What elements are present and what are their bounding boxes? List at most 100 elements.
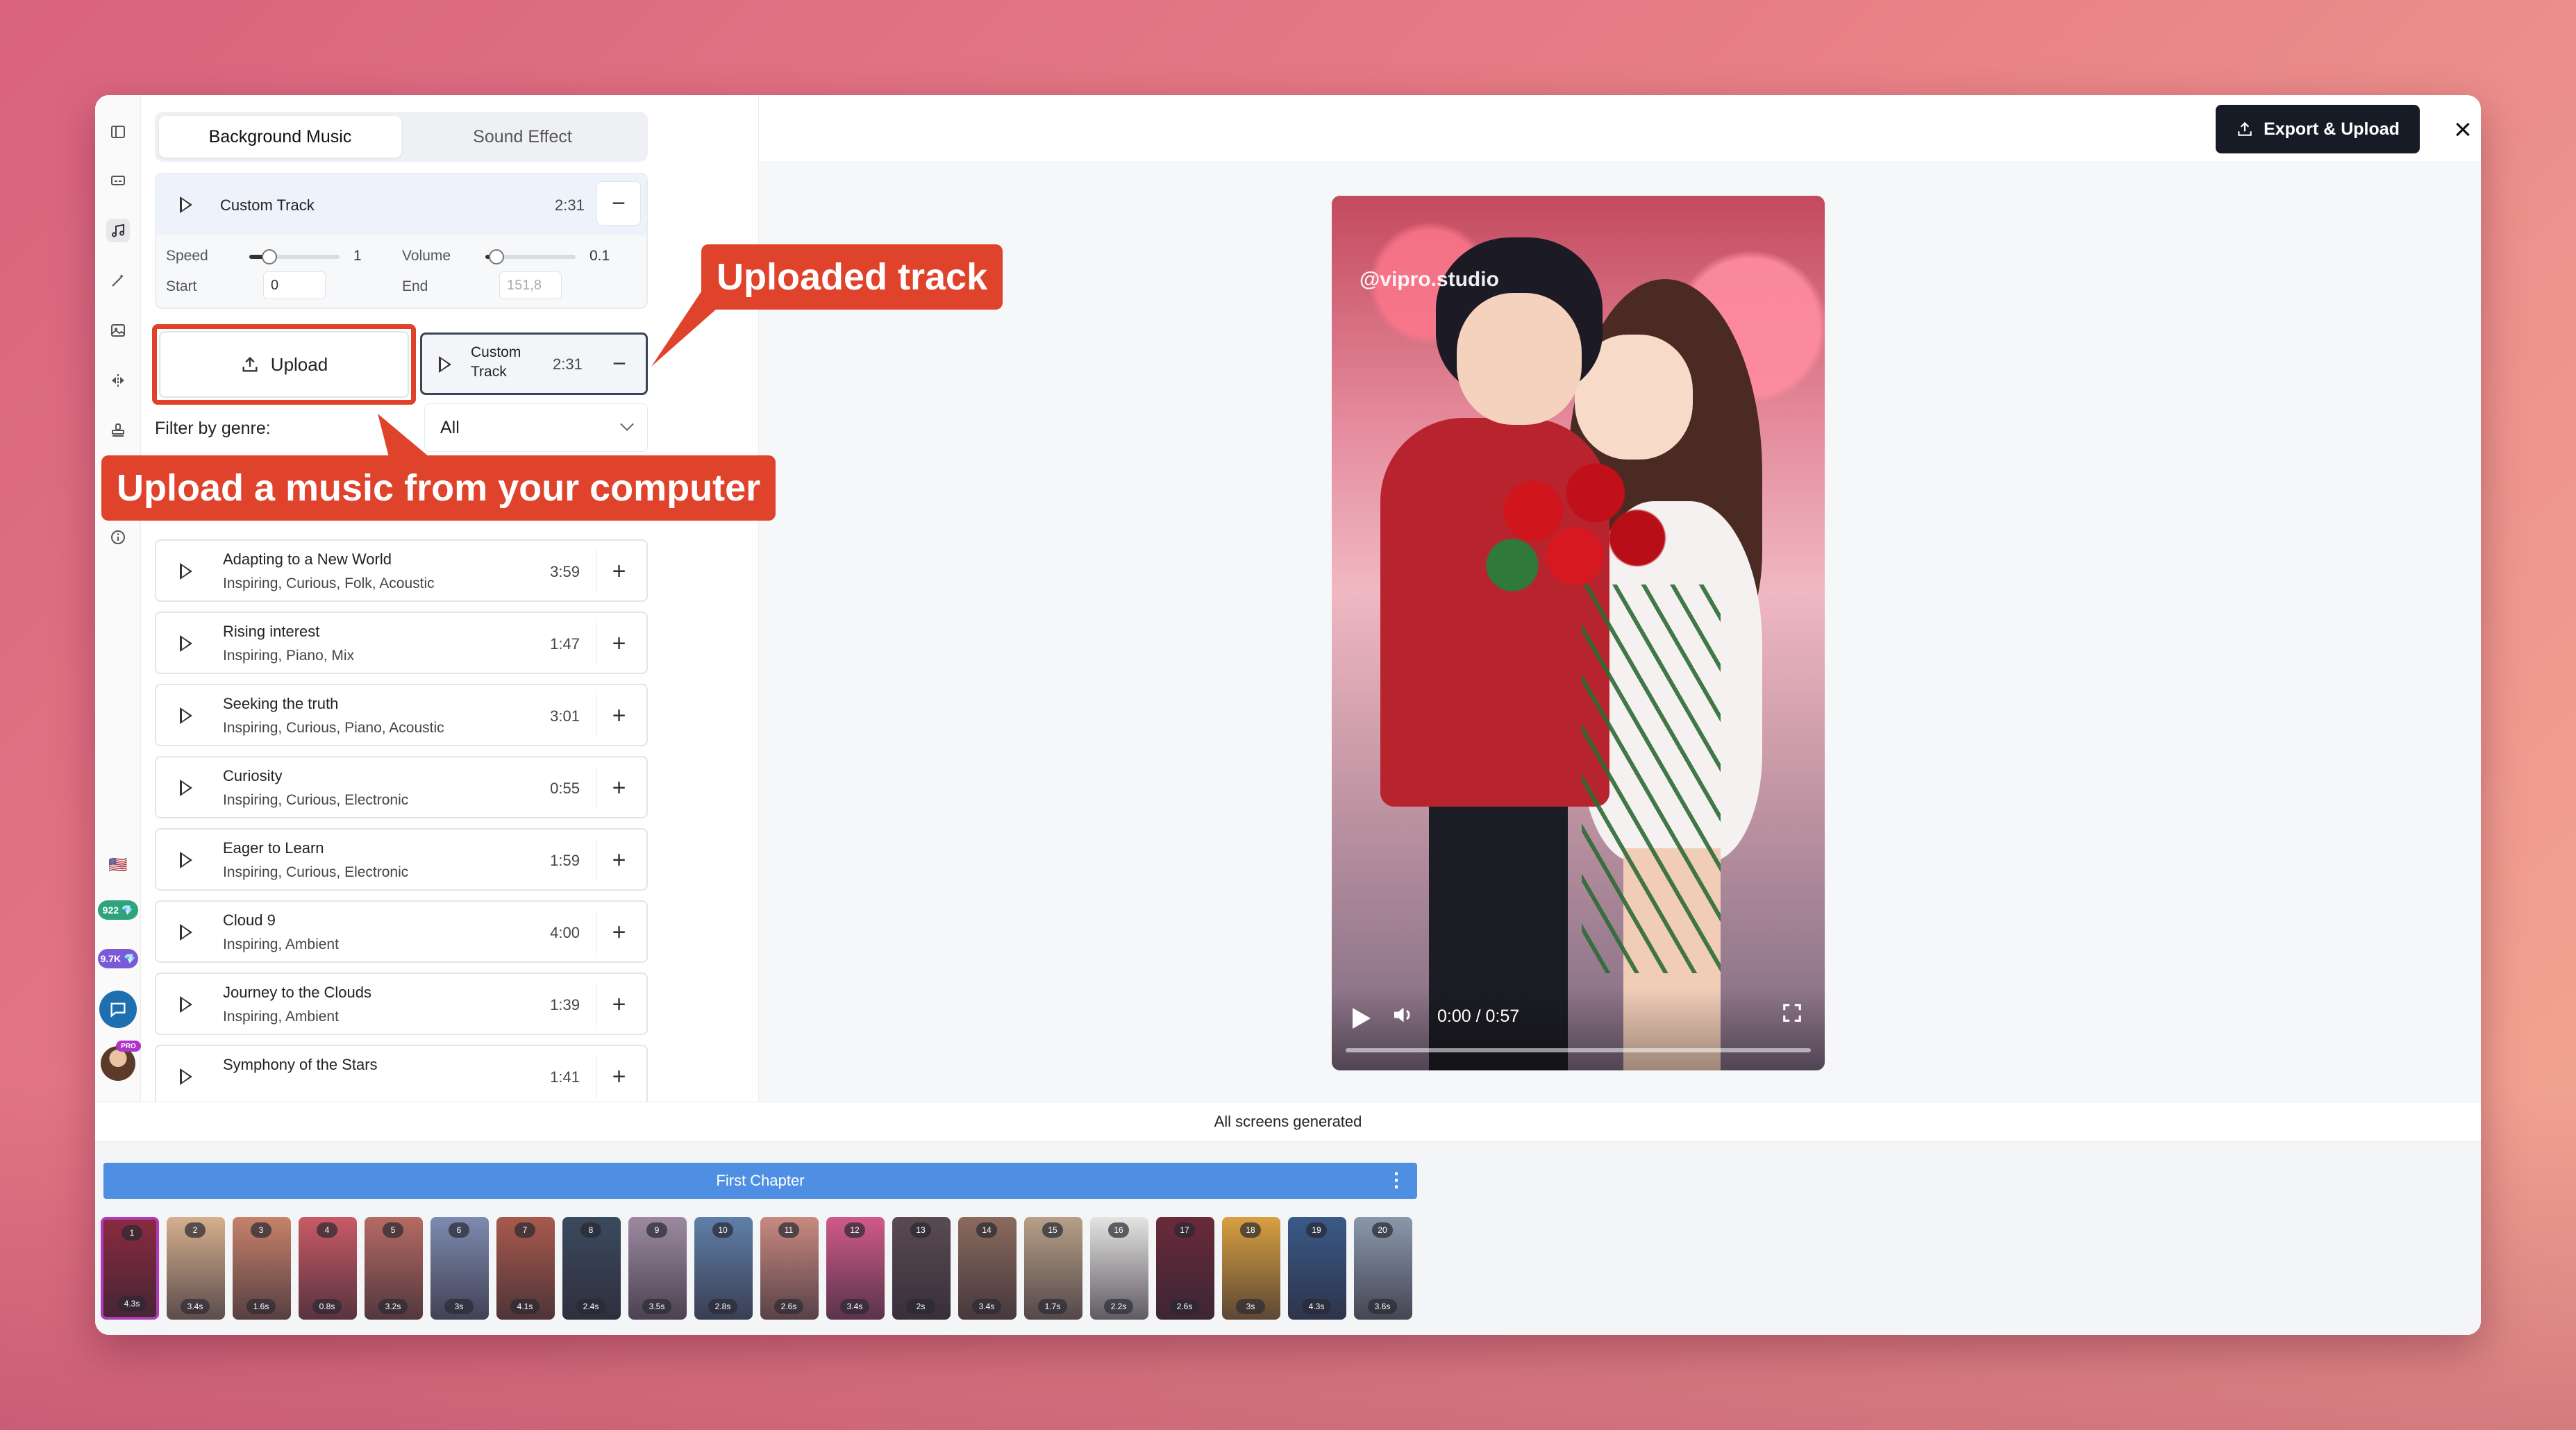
chapter-bar[interactable]: First Chapter ⋮ — [103, 1163, 1417, 1199]
close-icon[interactable]: × — [2442, 109, 2481, 151]
play-icon[interactable] — [180, 780, 192, 796]
scene-thumbnail[interactable]: 3 1.6s — [233, 1217, 291, 1320]
scene-thumbnail[interactable]: 9 3.5s — [628, 1217, 687, 1320]
track-row[interactable]: Cloud 9 Inspiring, Ambient 4:00 + — [155, 900, 648, 963]
remove-uploaded-track-button[interactable]: − — [599, 342, 640, 386]
speed-slider-knob[interactable] — [262, 249, 277, 264]
video-watermark: @vipro.studio — [1360, 268, 1499, 291]
credits-badge[interactable]: 922 💎 — [98, 900, 138, 920]
track-tags: Inspiring, Piano, Mix — [223, 648, 355, 664]
scene-number: 7 — [515, 1222, 535, 1238]
play-icon[interactable] — [180, 563, 192, 580]
music-tabs: Background Music Sound Effect — [155, 112, 648, 162]
flip-icon[interactable] — [106, 369, 130, 392]
video-progress-bar[interactable] — [1346, 1048, 1811, 1052]
scene-number: 11 — [778, 1222, 799, 1238]
play-icon[interactable] — [180, 1068, 192, 1085]
image-icon[interactable] — [106, 319, 130, 342]
add-track-button[interactable]: + — [596, 693, 641, 738]
kebab-menu-icon[interactable]: ⋮ — [1387, 1168, 1406, 1191]
track-row[interactable]: Journey to the Clouds Inspiring, Ambient 1… — [155, 973, 648, 1035]
end-input[interactable]: 151,8 — [499, 271, 562, 299]
play-icon[interactable] — [180, 996, 192, 1013]
scene-thumbnail[interactable]: 15 1.7s — [1024, 1217, 1082, 1320]
speed-label: Speed — [166, 248, 208, 264]
scene-duration: 3.4s — [840, 1299, 869, 1314]
add-track-button[interactable]: + — [596, 621, 641, 666]
info-icon[interactable] — [106, 525, 130, 549]
volume-slider-knob[interactable] — [489, 249, 504, 264]
scene-thumbnail[interactable]: 19 4.3s — [1288, 1217, 1346, 1320]
video-time: 0:00 / 0:57 — [1437, 1007, 1520, 1026]
chat-icon[interactable] — [99, 991, 137, 1028]
magic-wand-icon[interactable] — [106, 269, 130, 292]
scene-thumbnail[interactable]: 12 3.4s — [826, 1217, 885, 1320]
genre-filter-value: All — [440, 417, 460, 437]
scene-thumbnail[interactable]: 7 4.1s — [496, 1217, 555, 1320]
scene-thumbnail[interactable]: 5 3.2s — [365, 1217, 423, 1320]
play-icon[interactable] — [180, 852, 192, 868]
scene-duration: 3s — [444, 1299, 474, 1314]
track-row[interactable]: Symphony of the Stars 1:41 + — [155, 1045, 648, 1102]
tab-sound-effect[interactable]: Sound Effect — [401, 116, 644, 158]
export-upload-button[interactable]: Export & Upload — [2216, 105, 2420, 153]
scene-thumbnail[interactable]: 14 3.4s — [958, 1217, 1017, 1320]
scene-number: 5 — [383, 1222, 403, 1238]
track-row[interactable]: Eager to Learn Inspiring, Curious, Electr… — [155, 828, 648, 891]
scene-thumbnail[interactable]: 8 2.4s — [562, 1217, 621, 1320]
volume-icon[interactable] — [1390, 1002, 1415, 1034]
scene-duration: 3.5s — [642, 1299, 671, 1314]
volume-slider[interactable] — [485, 249, 576, 264]
scene-thumbnail[interactable]: 11 2.6s — [760, 1217, 819, 1320]
scene-thumbnail[interactable]: 6 3s — [430, 1217, 489, 1320]
add-track-button[interactable]: + — [596, 1054, 641, 1099]
track-name: Rising interest — [223, 623, 320, 640]
scene-number: 18 — [1240, 1222, 1261, 1238]
scene-thumbnail[interactable]: 10 2.8s — [694, 1217, 753, 1320]
sidebar-toggle-icon[interactable] — [106, 120, 130, 144]
add-track-button[interactable]: + — [596, 766, 641, 810]
scene-thumbnail[interactable]: 1 4.3s — [101, 1217, 159, 1320]
tab-background-music[interactable]: Background Music — [159, 116, 401, 158]
language-flag-icon[interactable]: 🇺🇸 — [106, 853, 130, 877]
uploaded-track-card[interactable]: Custom Track 2:31 − — [420, 333, 648, 395]
scene-thumbnail[interactable]: 4 0.8s — [299, 1217, 357, 1320]
speed-slider[interactable] — [249, 249, 340, 264]
track-duration: 1:59 — [550, 852, 580, 869]
add-track-button[interactable]: + — [596, 982, 641, 1027]
genre-filter-select[interactable]: All — [424, 403, 648, 452]
scene-thumbnail[interactable]: 17 2.6s — [1156, 1217, 1214, 1320]
upload-highlight — [152, 324, 416, 405]
track-row[interactable]: Rising interest Inspiring, Piano, Mix 1:47… — [155, 612, 648, 674]
scene-number: 20 — [1372, 1222, 1393, 1238]
music-icon[interactable] — [106, 219, 130, 242]
fullscreen-icon[interactable] — [1782, 1002, 1803, 1029]
track-row[interactable]: Adapting to a New World Inspiring, Curiou… — [155, 539, 648, 602]
remove-track-button[interactable]: − — [596, 181, 641, 226]
scene-thumbnail[interactable]: 16 2.2s — [1090, 1217, 1148, 1320]
add-track-button[interactable]: + — [596, 910, 641, 954]
stamp-icon[interactable] — [106, 419, 130, 442]
track-row[interactable]: Curiosity Inspiring, Curious, Electronic 0… — [155, 756, 648, 818]
add-track-button[interactable]: + — [596, 838, 641, 882]
scene-thumbnail[interactable]: 18 3s — [1222, 1217, 1280, 1320]
play-icon[interactable] — [180, 707, 192, 724]
play-icon[interactable] — [180, 196, 192, 213]
gems-badge[interactable]: 9.7K 💎 — [98, 949, 138, 968]
start-input[interactable]: 0 — [263, 271, 326, 299]
play-icon[interactable] — [439, 356, 451, 373]
caption-icon[interactable] — [106, 169, 130, 192]
scene-duration: 2.6s — [774, 1299, 803, 1314]
play-icon[interactable] — [180, 924, 192, 941]
custom-track-card: Custom Track 2:31 − Speed 1 Volume 0.1 S… — [155, 173, 648, 309]
track-name: Adapting to a New World — [223, 550, 392, 568]
video-preview[interactable]: @vipro.studio 0:00 / 0:57 — [1332, 196, 1825, 1070]
scene-thumbnail[interactable]: 13 2s — [892, 1217, 951, 1320]
track-duration: 1:47 — [550, 635, 580, 653]
play-icon[interactable] — [180, 635, 192, 652]
scene-thumbnail[interactable]: 20 3.6s — [1354, 1217, 1412, 1320]
track-row[interactable]: Seeking the truth Inspiring, Curious, Pia… — [155, 684, 648, 746]
scene-thumbnail[interactable]: 2 3.4s — [167, 1217, 225, 1320]
play-icon[interactable] — [1353, 1008, 1371, 1029]
add-track-button[interactable]: + — [596, 549, 641, 594]
